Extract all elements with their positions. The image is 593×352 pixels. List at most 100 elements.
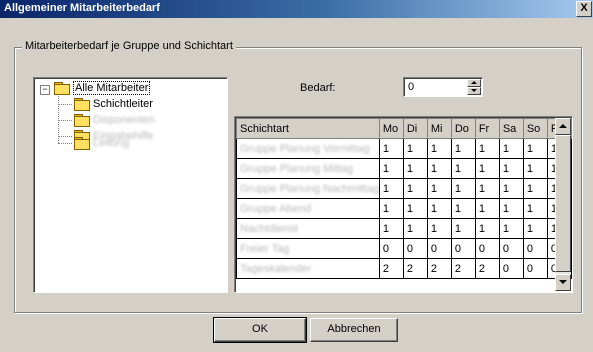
cell[interactable]: 1 (402, 178, 428, 199)
window-title: Allgemeiner Mitarbeiterbedarf (4, 2, 160, 14)
cell[interactable]: 2 (426, 258, 452, 279)
shift-type-name: Gruppe Planung Nachmittag (236, 178, 380, 199)
cell[interactable]: 1 (450, 218, 476, 239)
folder-icon (74, 98, 90, 111)
tree-item[interactable]: Leitung (74, 135, 129, 151)
shift-type-name: Gruppe Planung Mittag (236, 158, 380, 179)
table-row: Gruppe Abend 1 1 1 1 1 1 1 1 (236, 198, 572, 219)
tree-item-label: Schichtleiter (93, 98, 153, 110)
ok-button[interactable]: OK (213, 317, 307, 343)
tree-connector (58, 104, 72, 105)
table-row: Tageskalender 2 2 2 2 2 0 0 0 (236, 258, 572, 279)
cell[interactable]: 2 (402, 258, 428, 279)
shift-type-name: Freier Tag (236, 238, 380, 259)
bedarf-spinner[interactable]: 0 (403, 77, 483, 97)
close-icon[interactable]: X (576, 1, 592, 17)
cell[interactable]: 1 (426, 218, 452, 239)
cell[interactable]: 1 (402, 158, 428, 179)
tree-connector (58, 120, 72, 121)
cell[interactable]: 0 (498, 258, 524, 279)
table-row: Nachtdienst 1 1 1 1 1 1 1 1 (236, 218, 572, 239)
cell[interactable]: 1 (474, 218, 500, 239)
cell[interactable]: 1 (474, 178, 500, 199)
cell[interactable]: 1 (450, 178, 476, 199)
bedarf-value[interactable]: 0 (408, 81, 414, 93)
spin-down-button[interactable] (467, 87, 481, 95)
column-header[interactable]: Mo (378, 118, 404, 139)
column-header[interactable]: So (522, 118, 548, 139)
tree-item-schichtleiter[interactable]: Schichtleiter (74, 96, 153, 112)
vertical-scrollbar[interactable] (555, 118, 571, 291)
cell[interactable]: 1 (378, 178, 404, 199)
arrow-down-icon (559, 280, 567, 284)
collapse-icon[interactable]: − (40, 85, 50, 95)
folder-icon (74, 137, 90, 150)
group-legend: Mitarbeiterbedarf je Gruppe und Schichta… (22, 40, 236, 52)
cell[interactable]: 0 (522, 238, 548, 259)
cell[interactable]: 0 (450, 238, 476, 259)
scroll-up-button[interactable] (555, 118, 571, 135)
cell[interactable]: 1 (474, 198, 500, 219)
tree-item[interactable]: Disponenten (74, 112, 155, 128)
cell[interactable]: 1 (522, 218, 548, 239)
cell[interactable]: 0 (426, 238, 452, 259)
table-row: Gruppe Planung Mittag 1 1 1 1 1 1 1 1 (236, 158, 572, 179)
cell[interactable]: 1 (450, 138, 476, 159)
cell[interactable]: 2 (378, 258, 404, 279)
cell[interactable]: 1 (426, 158, 452, 179)
cell[interactable]: 1 (522, 178, 548, 199)
cell[interactable]: 0 (402, 238, 428, 259)
cell[interactable]: 0 (474, 238, 500, 259)
cell[interactable]: 1 (498, 198, 524, 219)
column-header[interactable]: Mi (426, 118, 452, 139)
cell[interactable]: 2 (450, 258, 476, 279)
cell[interactable]: 1 (474, 158, 500, 179)
scroll-thumb[interactable] (555, 135, 571, 272)
shift-type-name: Nachtdienst (236, 218, 380, 239)
shift-type-name: Gruppe Abend (236, 198, 380, 219)
cell[interactable]: 1 (378, 218, 404, 239)
arrow-up-icon (559, 124, 567, 128)
cell[interactable]: 1 (498, 218, 524, 239)
column-header[interactable]: Sa (498, 118, 524, 139)
cell[interactable]: 1 (474, 138, 500, 159)
cell[interactable]: 1 (426, 198, 452, 219)
schedule-grid[interactable]: Schichtart Mo Di Mi Do Fr Sa So Ft Grupp… (234, 116, 573, 293)
cell[interactable]: 0 (522, 258, 548, 279)
cell[interactable]: 0 (498, 238, 524, 259)
column-header[interactable]: Do (450, 118, 476, 139)
scroll-down-button[interactable] (555, 274, 571, 291)
cell[interactable]: 1 (522, 198, 548, 219)
cell[interactable]: 1 (426, 138, 452, 159)
cell[interactable]: 1 (402, 138, 428, 159)
cell[interactable]: 1 (498, 158, 524, 179)
column-header[interactable]: Schichtart (236, 118, 380, 139)
cell[interactable]: 1 (378, 198, 404, 219)
cell[interactable]: 1 (378, 158, 404, 179)
column-header[interactable]: Fr (474, 118, 500, 139)
cell[interactable]: 1 (426, 178, 452, 199)
shift-type-name: Tageskalender (236, 258, 380, 279)
folder-open-icon (54, 82, 70, 95)
cell[interactable]: 0 (378, 238, 404, 259)
table-row: Gruppe Planung Vormittag 1 1 1 1 1 1 1 1 (236, 138, 572, 159)
cell[interactable]: 1 (402, 198, 428, 219)
cancel-button[interactable]: Abbrechen (310, 318, 398, 342)
cell[interactable]: 1 (450, 198, 476, 219)
spin-up-button[interactable] (467, 79, 481, 87)
tree-item-root[interactable]: Alle Mitarbeiter (54, 80, 151, 96)
cell[interactable]: 2 (474, 258, 500, 279)
cell[interactable]: 1 (522, 138, 548, 159)
shift-type-name: Gruppe Planung Vormittag (236, 138, 380, 159)
group-tree[interactable]: − Alle Mitarbeiter Schichtleiter Dispone… (33, 77, 228, 293)
cell[interactable]: 1 (402, 218, 428, 239)
cell[interactable]: 1 (498, 138, 524, 159)
column-header[interactable]: Di (402, 118, 428, 139)
cell[interactable]: 1 (498, 178, 524, 199)
table-row: Freier Tag 0 0 0 0 0 0 0 0 (236, 238, 572, 259)
cell[interactable]: 1 (450, 158, 476, 179)
cell[interactable]: 1 (378, 138, 404, 159)
title-bar[interactable]: Allgemeiner Mitarbeiterbedarf X (0, 0, 593, 18)
arrow-up-icon (471, 81, 477, 84)
cell[interactable]: 1 (522, 158, 548, 179)
